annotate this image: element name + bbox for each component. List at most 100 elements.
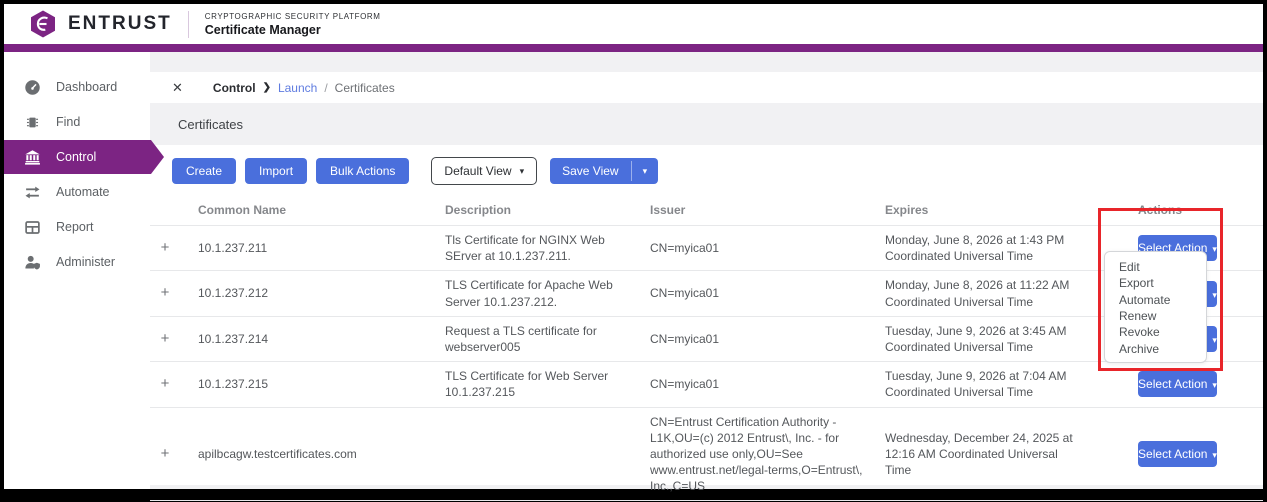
select-action-label: Select Action [1138, 377, 1208, 392]
caret-down-icon: ▾ [1212, 334, 1217, 345]
save-view-split-button[interactable]: Save View ▾ [550, 158, 659, 184]
menu-item-edit[interactable]: Edit [1105, 259, 1206, 275]
chevron-right-icon: ❯ [262, 82, 271, 93]
entrust-logo-icon [31, 10, 55, 38]
menu-item-export[interactable]: Export [1105, 275, 1206, 291]
screenshot-frame: ENTRUST CRYPTOGRAPHIC SECURITY PLATFORM … [0, 0, 1267, 502]
cell-issuer: CN=myica01 [650, 286, 720, 301]
caret-down-icon: ▾ [642, 165, 648, 176]
breadcrumb: ✕ Control ❯ Launch / Certificates [150, 72, 1263, 103]
certificates-card: Create Import Bulk Actions Default View … [150, 145, 1263, 502]
dashboard-icon [25, 79, 40, 95]
breadcrumb-link-launch[interactable]: Launch [278, 81, 317, 95]
sidebar-item-label: Automate [56, 185, 110, 199]
caret-down-icon: ▾ [1212, 244, 1217, 255]
menu-item-automate[interactable]: Automate [1105, 292, 1206, 308]
select-action-menu: Edit Export Automate Renew Revoke Archiv… [1104, 251, 1207, 363]
col-issuer[interactable]: Issuer [650, 195, 885, 226]
cell-description: TLS Certificate for Apache Web Server 10… [445, 278, 613, 309]
menu-item-revoke[interactable]: Revoke [1105, 324, 1206, 340]
col-expires[interactable]: Expires [885, 195, 1100, 226]
cell-common-name: 10.1.237.212 [198, 286, 269, 301]
default-view-label: Default View [444, 164, 512, 178]
menu-item-archive[interactable]: Archive [1105, 340, 1206, 356]
control-bank-icon [24, 149, 41, 166]
sidebar-item-label: Report [56, 220, 94, 234]
sidebar: Dashboard Find Control Automate Report A… [4, 52, 150, 489]
col-description[interactable]: Description [445, 195, 650, 226]
create-button[interactable]: Create [172, 158, 237, 184]
expand-row-icon[interactable]: + [150, 226, 198, 271]
cell-expires: Monday, June 8, 2026 at 1:43 PM Coordina… [885, 233, 1065, 264]
menu-item-renew[interactable]: Renew [1105, 308, 1206, 324]
caret-down-icon: ▾ [1212, 289, 1217, 300]
sidebar-item-label: Find [56, 115, 81, 129]
administer-user-shield-icon [25, 255, 40, 270]
default-view-dropdown[interactable]: Default View ▾ [431, 157, 538, 185]
select-action-button[interactable]: Select Action ▾ [1138, 371, 1217, 398]
automate-arrows-icon [25, 186, 40, 198]
breadcrumb-section: Control [212, 80, 256, 95]
expand-row-icon[interactable]: + [150, 362, 198, 407]
table-row: + 10.1.237.215 TLS Certificate for Web S… [150, 361, 1263, 407]
cell-description: TLS Certificate for Web Server 10.1.237.… [445, 369, 609, 400]
caret-down-icon: ▾ [1212, 380, 1217, 391]
toolbar: Create Import Bulk Actions Default View … [150, 145, 1263, 195]
expand-row-icon[interactable]: + [150, 407, 198, 501]
product-block: CRYPTOGRAPHIC SECURITY PLATFORM Certific… [205, 12, 381, 37]
close-icon[interactable]: ✕ [172, 80, 183, 96]
certificates-table: Common Name Description Issuer Expires A… [150, 195, 1263, 502]
sidebar-item-administer[interactable]: Administer [4, 245, 150, 279]
table-header-row: Common Name Description Issuer Expires A… [150, 195, 1263, 226]
sidebar-item-dashboard[interactable]: Dashboard [4, 70, 150, 104]
sidebar-item-label: Dashboard [56, 80, 118, 94]
cell-description: Tls Certificate for NGINX Web SErver at … [445, 233, 605, 264]
header-divider [187, 10, 189, 38]
sidebar-item-find[interactable]: Find [4, 105, 150, 139]
cell-issuer: CN=myica01 [650, 377, 720, 392]
col-actions: Actions [1138, 203, 1183, 217]
select-action-label: Select Action [1138, 446, 1208, 461]
col-common-name[interactable]: Common Name [198, 195, 445, 226]
cell-issuer: CN=Entrust Certification Authority - L1K… [650, 414, 863, 494]
cell-description [445, 407, 650, 501]
caret-down-icon: ▾ [519, 165, 525, 176]
breadcrumb-separator: / [324, 80, 328, 95]
save-view-label[interactable]: Save View [550, 158, 630, 184]
main-content: ✕ Control ❯ Launch / Certificates Certif… [150, 52, 1263, 502]
table-row: + apilbcagw.testcertificates.com CN=Entr… [150, 407, 1263, 501]
cell-common-name: 10.1.237.215 [198, 377, 269, 392]
find-chip-icon [26, 117, 39, 127]
brand-wordmark: ENTRUST [68, 13, 172, 34]
import-button[interactable]: Import [245, 158, 308, 184]
table-row: + 10.1.237.212 TLS Certificate for Apach… [150, 270, 1263, 316]
expand-column-header [150, 195, 198, 226]
cell-description: Request a TLS certificate for webserver0… [445, 323, 597, 354]
select-action-button[interactable]: Select Action ▾ [1138, 440, 1217, 467]
expand-row-icon[interactable]: + [150, 271, 198, 316]
cell-common-name: 10.1.237.214 [198, 331, 269, 346]
sidebar-item-control[interactable]: Control [4, 140, 164, 174]
cell-common-name: apilbcagw.testcertificates.com [198, 446, 357, 461]
sidebar-item-report[interactable]: Report [4, 210, 150, 244]
sidebar-item-automate[interactable]: Automate [4, 175, 150, 209]
app-window: ENTRUST CRYPTOGRAPHIC SECURITY PLATFORM … [4, 4, 1263, 502]
page-title: Certificates [178, 116, 244, 132]
sidebar-item-label: Control [56, 150, 97, 164]
bulk-actions-button[interactable]: Bulk Actions [316, 158, 410, 184]
cell-expires: Wednesday, December 24, 2025 at 12:16 AM… [885, 430, 1073, 478]
cell-expires: Tuesday, June 9, 2026 at 7:04 AM Coordin… [885, 369, 1067, 400]
report-table-icon [25, 220, 40, 234]
sidebar-item-label: Administer [56, 255, 116, 269]
app-header: ENTRUST CRYPTOGRAPHIC SECURITY PLATFORM … [4, 4, 1263, 44]
cell-common-name: 10.1.237.211 [198, 241, 268, 256]
cell-expires: Tuesday, June 9, 2026 at 3:45 AM Coordin… [885, 323, 1067, 354]
table-row: + 10.1.237.214 Request a TLS certificate… [150, 316, 1263, 361]
caret-down-icon: ▾ [1212, 449, 1217, 460]
breadcrumb-current: Certificates [334, 80, 395, 95]
product-title: Certificate Manager [204, 22, 321, 37]
save-view-caret[interactable]: ▾ [632, 158, 659, 184]
cell-issuer: CN=myica01 [650, 241, 720, 256]
expand-row-icon[interactable]: + [150, 316, 198, 361]
brand-accent-bar [4, 44, 1263, 52]
